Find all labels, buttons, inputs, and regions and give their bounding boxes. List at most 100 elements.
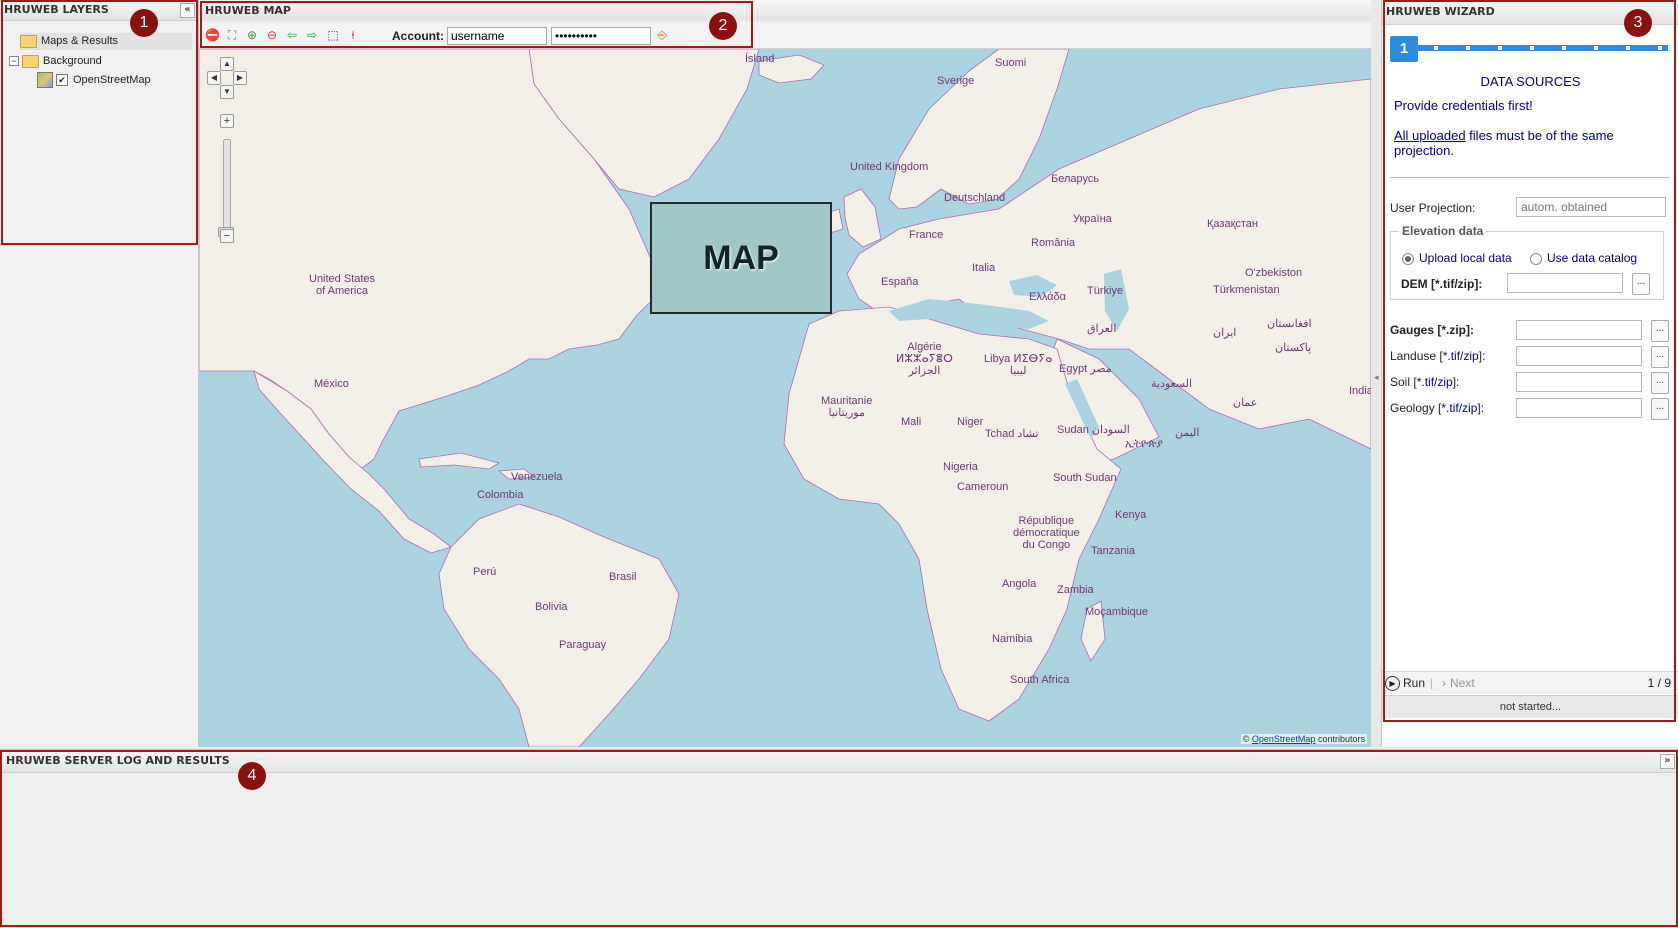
- folder-icon: [20, 34, 37, 48]
- radio-use-catalog[interactable]: Use data catalog: [1530, 251, 1637, 265]
- step-marker[interactable]: [1562, 46, 1566, 50]
- log-content-area[interactable]: [0, 773, 1678, 928]
- username-input[interactable]: [447, 27, 547, 45]
- zoom-extent-icon[interactable]: ⛶: [225, 28, 239, 42]
- map-label: السعودية: [1151, 378, 1193, 390]
- map-panel-title: HRUWEB MAP: [205, 4, 291, 17]
- pan-left-button[interactable]: ◀: [207, 71, 221, 85]
- pan-right-button[interactable]: ▶: [233, 71, 247, 85]
- soil-browse-button[interactable]: ...: [1651, 372, 1669, 394]
- map-canvas[interactable]: ▲ ◀ ▶ ▼ + − Ísland Suomi Sverige United …: [199, 49, 1371, 747]
- map-label: Sudan السودان: [1057, 424, 1130, 436]
- radio-unselected-icon[interactable]: [1530, 252, 1542, 265]
- info-pin-icon[interactable]: ⍿: [346, 28, 360, 42]
- attribution-suffix: contributors: [1317, 734, 1365, 744]
- layer-visibility-checkbox[interactable]: ✔: [56, 74, 68, 87]
- forward-arrow-icon[interactable]: ⇨: [305, 28, 319, 42]
- collapse-tree-icon[interactable]: −: [9, 56, 19, 67]
- zoom-in-button[interactable]: +: [220, 114, 234, 128]
- map-label: اليمن: [1175, 427, 1200, 439]
- pan-up-button[interactable]: ▲: [220, 57, 234, 71]
- landuse-label-a: Landuse [: [1390, 349, 1443, 363]
- zoom-out-icon[interactable]: ⊖: [265, 28, 279, 42]
- gauges-browse-button[interactable]: ...: [1651, 320, 1669, 342]
- tree-item-background[interactable]: − Background: [9, 53, 102, 70]
- panel-splitter[interactable]: ◂: [1371, 0, 1381, 747]
- tree-item-openstreetmap[interactable]: ✔ OpenStreetMap: [37, 72, 151, 89]
- dem-browse-button[interactable]: ...: [1632, 273, 1650, 295]
- current-step-badge[interactable]: 1: [1390, 36, 1418, 62]
- map-label: Tchad تشاد: [985, 428, 1039, 440]
- map-label: Nigeria: [943, 461, 978, 473]
- map-label: Україна: [1073, 213, 1112, 225]
- map-label: Bolivia: [535, 601, 568, 613]
- tree-item-maps-results[interactable]: Maps & Results: [20, 33, 192, 50]
- soil-label: Soil [*.tif/zip]:: [1390, 375, 1459, 389]
- map-label: Italia: [972, 262, 996, 274]
- landuse-browse-button[interactable]: ...: [1651, 346, 1669, 368]
- step-marker[interactable]: [1530, 46, 1534, 50]
- openstreetmap-link[interactable]: OpenStreetMap: [1252, 734, 1316, 744]
- landuse-file-input[interactable]: [1516, 346, 1642, 366]
- back-arrow-icon[interactable]: ⇦: [285, 28, 299, 42]
- wizard-step-bar: 1: [1390, 36, 1670, 62]
- step-marker[interactable]: [1434, 46, 1438, 50]
- map-label: United Kingdom: [850, 161, 929, 173]
- step-marker[interactable]: [1626, 46, 1630, 50]
- soil-file-input[interactable]: [1516, 372, 1642, 392]
- soil-label-c: ]:: [1452, 375, 1460, 389]
- map-label: Tanzania: [1091, 545, 1136, 557]
- zoom-in-icon[interactable]: ⊕: [245, 28, 259, 42]
- step-marker[interactable]: [1594, 46, 1598, 50]
- gauges-label: Gauges [*.zip]:: [1390, 323, 1475, 337]
- map-label: Mali: [901, 416, 922, 428]
- map-label: Venezuela: [511, 471, 563, 483]
- zoom-out-button[interactable]: −: [220, 229, 234, 243]
- divider: [1390, 177, 1670, 178]
- map-label: México: [314, 378, 349, 390]
- collapse-left-icon[interactable]: «: [180, 3, 195, 18]
- attribution-prefix: ©: [1242, 734, 1250, 744]
- map-label: South Africa: [1010, 674, 1070, 686]
- map-label: Niger: [957, 416, 984, 428]
- user-projection-input[interactable]: [1516, 197, 1666, 217]
- layers-panel: HRUWEB LAYERS « Maps & Results − Backgrou…: [0, 0, 199, 747]
- step-marker[interactable]: [1466, 46, 1470, 50]
- dem-file-input[interactable]: [1507, 273, 1623, 293]
- gauges-file-input[interactable]: [1516, 320, 1642, 340]
- landuse-label-b: *.tif/zip: [1442, 349, 1479, 363]
- radio-upload-local[interactable]: Upload local data: [1402, 251, 1512, 265]
- pan-down-button[interactable]: ▼: [220, 85, 234, 99]
- soil-label-a: Soil [: [1390, 375, 1417, 389]
- splitter-grip-icon[interactable]: ◂: [1374, 372, 1379, 383]
- geology-label-a: Geology [: [1390, 401, 1442, 415]
- toolbar-separator: |: [1430, 676, 1434, 690]
- map-label: France: [909, 229, 944, 241]
- login-icon[interactable]: ⎆: [655, 28, 669, 42]
- password-input[interactable]: [551, 27, 651, 45]
- next-button[interactable]: › Next: [1442, 675, 1475, 691]
- projection-note: All uploaded files must be of the same p…: [1394, 128, 1664, 158]
- annotation-marker: 3: [1624, 9, 1652, 37]
- wizard-toolbar: ▶ Run | › Next 1 / 9: [1382, 671, 1678, 694]
- map-toolbar: ⛔ ⛶ ⊕ ⊖ ⇦ ⇨ ⬚ ⍿ Account: ⎆: [199, 22, 1371, 49]
- map-label: Egypt مصر: [1059, 363, 1112, 375]
- collapse-down-icon[interactable]: »: [1660, 754, 1675, 769]
- step-marker[interactable]: [1658, 46, 1662, 50]
- run-button[interactable]: ▶ Run: [1385, 675, 1425, 692]
- stop-icon[interactable]: ⛔: [205, 28, 220, 42]
- all-uploaded-link[interactable]: All uploaded: [1394, 128, 1466, 143]
- radio-selected-icon[interactable]: [1402, 252, 1414, 265]
- geology-file-input[interactable]: [1516, 398, 1642, 418]
- map-label: Ελλάδα: [1029, 291, 1067, 303]
- layers-panel-header: HRUWEB LAYERS «: [0, 0, 198, 21]
- zoom-slider[interactable]: [223, 139, 231, 236]
- map-label: Türkiye: [1087, 285, 1124, 297]
- step-marker[interactable]: [1498, 46, 1502, 50]
- map-panel-header: HRUWEB MAP: [199, 0, 1371, 20]
- next-label: Next: [1450, 676, 1475, 690]
- geology-browse-button[interactable]: ...: [1651, 398, 1669, 420]
- next-chevron-icon: ›: [1442, 676, 1446, 690]
- annotation-marker: 1: [130, 9, 158, 37]
- zoom-box-icon[interactable]: ⬚: [326, 28, 340, 42]
